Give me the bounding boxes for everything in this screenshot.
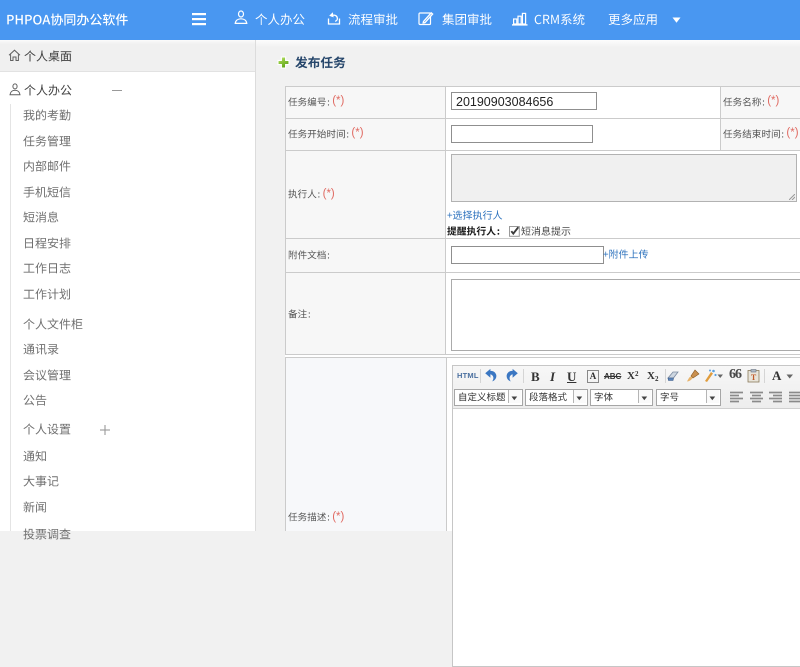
svg-text:T: T: [751, 373, 757, 382]
